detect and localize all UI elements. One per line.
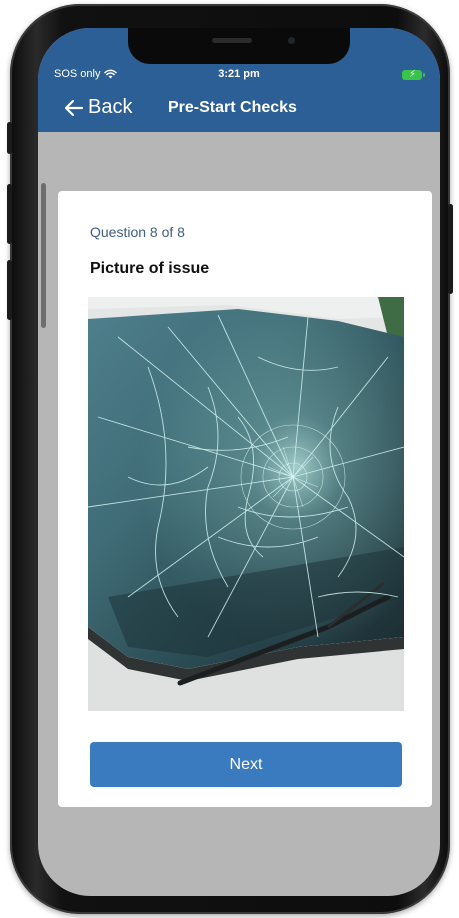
scroll-indicator[interactable] [41,183,46,328]
bolt-icon: ⚡ [409,69,417,80]
back-label: Back [88,96,133,118]
battery-charging-icon: ⚡ [402,69,425,80]
next-button[interactable]: Next [90,742,402,787]
speaker-grille [212,38,252,43]
power-button [448,204,453,294]
cracked-windshield-photo [88,297,404,711]
back-button[interactable]: Back [64,96,132,119]
volume-down-button [7,260,12,320]
front-camera-icon [288,37,295,44]
question-card: Question 8 of 8 Picture of issue Next [58,191,432,807]
question-title: Picture of issue [90,260,210,277]
phone-mockup: SOS only 3:21 pm ⚡ Back Pre-Start Checks… [0,0,459,918]
arrow-left-icon [64,99,84,116]
carrier-text: SOS only [54,68,101,80]
notch [128,28,350,64]
status-left: SOS only [54,68,118,80]
issue-photo [88,297,404,711]
status-bar: SOS only 3:21 pm ⚡ [38,68,440,86]
app-screen: SOS only 3:21 pm ⚡ Back Pre-Start Checks… [38,28,440,896]
volume-up-button [7,184,12,244]
page-title: Pre-Start Checks [168,99,297,116]
silent-switch [7,122,12,154]
nav-bar: Back Pre-Start Checks [38,96,440,122]
wifi-icon [104,69,118,79]
question-counter: Question 8 of 8 [90,224,185,240]
clock-text: 3:21 pm [218,68,260,80]
